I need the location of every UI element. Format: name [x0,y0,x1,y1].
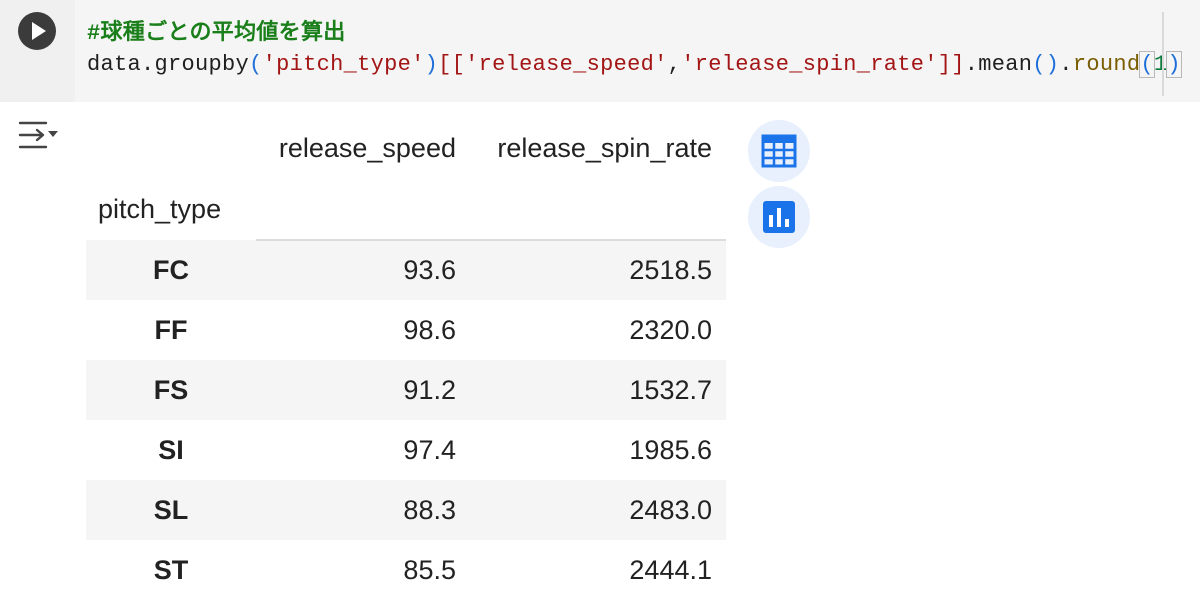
row-index: FF [154,314,188,345]
cell-release-speed: 91.2 [403,374,456,405]
cell-release-spin-rate: 2518.5 [629,255,712,285]
output-toggle-icon [18,121,58,149]
column-header: release_spin_rate [497,132,712,163]
row-index: ST [153,554,189,585]
table-row: FF 98.6 2320.0 [86,300,726,360]
cell-release-speed: 97.4 [403,434,456,465]
code-token-dot: . [141,52,155,77]
header-blank [256,178,470,241]
row-index: FC [153,254,189,285]
dataframe-output: release_speed release_spin_rate pitch_ty… [86,118,726,600]
code-token-dot: . [964,52,979,77]
code-token-bracket-open: [[ [438,52,466,77]
cell-release-speed: 88.3 [403,494,456,525]
cell-release-spin-rate: 2320.0 [629,314,712,345]
table-row: ST 85.5 2444.1 [86,540,726,600]
cell-release-spin-rate: 2483.0 [629,494,712,525]
code-token-round: round [1072,52,1141,77]
code-token-dot: . [1059,52,1073,77]
cell-gutter [0,0,75,102]
table-row: FS 91.2 1532.7 [86,360,726,420]
header-blank [469,178,726,241]
table-row: SL 88.3 2483.0 [86,480,726,540]
run-cell-button[interactable] [18,12,56,50]
play-icon [32,22,46,40]
table-icon [761,134,797,168]
code-token-bracket-close: ]] [937,52,965,77]
table-row: SI 97.4 1985.6 [86,420,726,480]
convert-to-interactive-table-button[interactable] [748,120,810,182]
code-token-comma: , [667,52,682,77]
cell-release-spin-rate: 1985.6 [629,434,712,465]
code-token-mean: mean [978,52,1033,77]
cell-release-spin-rate: 2444.1 [629,554,712,585]
code-token-string: 'pitch_type' [262,52,425,77]
code-token-paren-close: ) [1166,51,1182,78]
header-corner [86,118,256,178]
row-index: SI [158,434,184,465]
cell-release-speed: 85.5 [403,554,456,585]
code-token-obj: data [87,52,142,77]
code-token-call-parens: () [1032,52,1060,77]
code-token-string: 'release_spin_rate' [681,52,938,77]
table-row: FC 93.6 2518.5 [86,240,726,300]
row-index: FS [153,374,189,405]
code-token-paren-close: ) [424,52,439,77]
editor-scrollbar[interactable] [1162,12,1164,96]
output-toggle-button[interactable] [18,118,60,152]
bar-chart-icon [763,201,795,233]
code-token-groupby: groupby [154,52,250,77]
code-token-string: 'release_speed' [465,52,668,77]
suggest-charts-button[interactable] [748,186,810,248]
code-token-number: 1 [1153,52,1168,77]
dataframe-table: release_speed release_spin_rate pitch_ty… [86,118,726,600]
code-token-paren-open: ( [1139,51,1155,78]
code-token-paren-open: ( [249,52,263,77]
index-name: pitch_type [98,193,222,224]
row-index: SL [153,494,189,525]
column-header: release_speed [278,132,456,163]
code-line: data.groupby('pitch_type')[['release_spe… [87,51,1182,78]
cell-release-spin-rate: 1532.7 [629,374,712,405]
code-editor[interactable]: #球種ごとの平均値を算出 data.groupby('pitch_type')[… [75,0,1200,102]
code-cell: #球種ごとの平均値を算出 data.groupby('pitch_type')[… [0,0,1200,102]
cell-release-speed: 98.6 [403,314,456,345]
code-comment: #球種ごとの平均値を算出 [87,21,346,46]
cell-release-speed: 93.6 [403,255,456,285]
